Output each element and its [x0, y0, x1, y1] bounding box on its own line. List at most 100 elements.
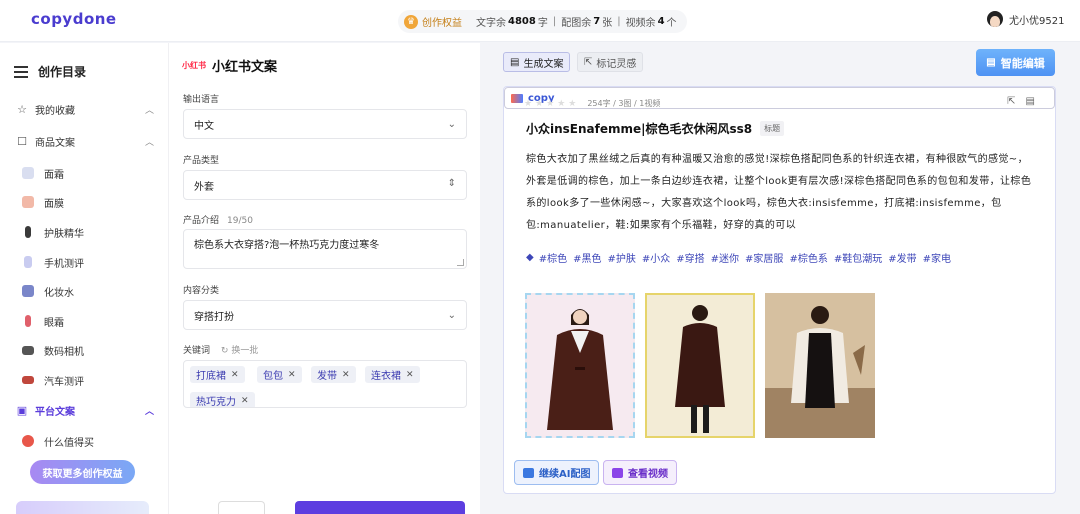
coat-photo: [765, 293, 875, 438]
tag-icon: ◆: [526, 252, 534, 263]
hashtag[interactable]: #迷你: [711, 250, 739, 265]
sidebar-item-toner[interactable]: 化妆水: [22, 281, 74, 301]
sidebar-item-camera[interactable]: 数码相机: [22, 340, 84, 360]
sidebar-item-smzdm[interactable]: 什么值得买: [22, 431, 94, 451]
sidebar-item-face-mask[interactable]: 面膜: [22, 192, 64, 212]
close-icon[interactable]: ✕: [342, 370, 350, 380]
videos-left-unit: 个: [666, 18, 677, 29]
category-select[interactable]: 穿搭打扮 ⌄: [183, 300, 467, 330]
keywords-label: 关键词 ↻ 换一批: [183, 343, 258, 356]
sidebar-item-serum[interactable]: 护肤精华: [22, 222, 84, 242]
top-bar: copydone ♛ 创作权益 文字余 4808 字 | 配图余 7 张 | 视…: [0, 0, 1080, 42]
result-title-text: 小众insEnafemme|棕色毛衣休闲风ss8: [526, 122, 753, 136]
close-icon[interactable]: ✕: [288, 370, 296, 380]
videos-left-value: 4: [657, 16, 665, 27]
close-icon[interactable]: ✕: [406, 370, 414, 380]
star-icon: ☆: [17, 102, 27, 116]
rating-stars[interactable]: ★★★★★: [524, 99, 579, 109]
keyword-tag[interactable]: 包包 ✕: [257, 366, 302, 383]
pointer-icon: ⇱: [584, 56, 593, 68]
continue-ai-image-button[interactable]: 继续AI配图: [514, 460, 600, 485]
smart-edit-button[interactable]: ▤ 智能编辑: [976, 49, 1055, 76]
view-video-button[interactable]: 查看视频: [603, 460, 677, 485]
hashtag[interactable]: #棕色系: [789, 250, 827, 265]
language-select[interactable]: 中文 ⌄: [183, 109, 467, 139]
keyword-tag[interactable]: 发带 ✕: [311, 366, 356, 383]
sidebar-item-favorites[interactable]: ☆ 我的收藏 ︿: [16, 99, 156, 119]
hashtag[interactable]: #穿搭: [676, 250, 704, 265]
hashtag[interactable]: #棕色: [539, 250, 567, 265]
keyword-tag[interactable]: 打底裙 ✕: [190, 366, 245, 383]
refresh-keywords-button[interactable]: ↻ 换一批: [221, 346, 258, 356]
crown-icon: ♛: [404, 14, 418, 29]
sidebar-promo-banner[interactable]: [16, 501, 149, 514]
user-menu[interactable]: 尤小优9521: [987, 11, 1064, 27]
intro-char-count: 19/50: [227, 216, 253, 226]
sidebar-item-phone-review[interactable]: 手机测评: [22, 252, 84, 272]
sidebar-item-product-copy[interactable]: ☐ 商品文案 ︿: [16, 131, 156, 151]
sidebar-item-face-cream[interactable]: 面霜: [22, 163, 64, 183]
keyword-tag[interactable]: 热巧克力 ✕: [190, 392, 255, 407]
sidebar: 创作目录 ☆ 我的收藏 ︿ ☐ 商品文案 ︿ 面霜 面膜 护肤精华 手机测评 化…: [0, 43, 168, 514]
sidebar-item-label: 眼霜: [44, 317, 64, 329]
rights-link[interactable]: 创作权益: [422, 14, 462, 29]
keywords-input[interactable]: 打底裙 ✕ 包包 ✕ 发带 ✕ 连衣裙 ✕ 热巧克力 ✕: [183, 360, 467, 408]
sidebar-item-eye-cream[interactable]: 眼霜: [22, 311, 64, 331]
mask-icon: [22, 196, 34, 208]
sidebar-item-label: 汽车测评: [44, 376, 84, 388]
sidebar-item-label: 商品文案: [35, 137, 75, 149]
sidebar-item-label: 护肤精华: [44, 228, 84, 240]
hashtag[interactable]: #鞋包潮玩: [834, 250, 882, 265]
document-icon: ▤: [986, 57, 996, 68]
camera-icon: [22, 345, 34, 355]
result-stats: 254字 / 3图 / 1视频: [587, 99, 661, 108]
close-icon[interactable]: ✕: [231, 370, 239, 380]
tab-mark-inspiration[interactable]: ⇱ 标记灵感: [577, 52, 644, 72]
coat-photo: [647, 295, 753, 436]
result-card: ★★★★★ 254字 / 3图 / 1视频 ⇱ ▤ 小众insEnafemme|…: [503, 86, 1056, 494]
hashtag[interactable]: #护肤: [607, 250, 635, 265]
sidebar-item-label: 我的收藏: [35, 105, 75, 117]
sidebar-item-label: 平台文案: [35, 406, 75, 418]
export-icon[interactable]: ▤: [1026, 96, 1035, 107]
result-title: 小众insEnafemme|棕色毛衣休闲风ss8 标题: [526, 120, 785, 137]
keyword-tag[interactable]: 连衣裙 ✕: [365, 366, 420, 383]
intro-textarea[interactable]: 棕色系大衣穿搭?泡一杯热巧克力度过寒冬: [183, 229, 467, 269]
hashtag[interactable]: #家电: [923, 250, 951, 265]
hashtag[interactable]: #黑色: [573, 250, 601, 265]
sidebar-item-label: 手机测评: [44, 258, 84, 270]
box-icon: ☐: [17, 134, 27, 148]
generate-button[interactable]: [295, 501, 465, 514]
copy-form: 小红书 小红书文案 输出语言 中文 ⌄ 产品类型 外套 ⇕ 产品介绍 19/50 …: [168, 43, 480, 514]
keyword-text: 包包: [263, 371, 283, 382]
generated-image[interactable]: [525, 293, 635, 438]
close-icon[interactable]: ✕: [241, 396, 249, 406]
chevron-up-icon[interactable]: ︿: [145, 135, 154, 148]
card-tools: ⇱ ▤: [1007, 96, 1035, 107]
keyword-text: 连衣裙: [371, 371, 401, 382]
chevron-up-icon[interactable]: ︿: [145, 404, 154, 417]
result-meta: ★★★★★ 254字 / 3图 / 1视频: [524, 98, 660, 109]
generated-image[interactable]: [645, 293, 755, 438]
tab-generate-copy[interactable]: ▤ 生成文案: [503, 52, 571, 72]
continue-ai-label: 继续AI配图: [539, 469, 591, 480]
sidebar-item-car-review[interactable]: 汽车测评: [22, 370, 84, 390]
mark-icon[interactable]: ⇱: [1007, 96, 1015, 107]
generated-image[interactable]: [765, 293, 875, 438]
image-icon: [523, 467, 534, 478]
hashtag[interactable]: #发带: [888, 250, 916, 265]
hashtag[interactable]: #家居服: [745, 250, 783, 265]
upgrade-button[interactable]: 获取更多创作权益: [30, 460, 135, 484]
chevron-up-icon[interactable]: ︿: [145, 103, 154, 116]
phone-icon: [24, 256, 32, 268]
app-logo[interactable]: copydone: [31, 10, 117, 28]
product-type-value: 外套: [194, 181, 214, 193]
product-type-select[interactable]: 外套 ⇕: [183, 170, 467, 200]
sidebar-item-label: 面霜: [44, 169, 64, 181]
hashtag-list: ◆ #棕色 #黑色 #护肤 #小众 #穿搭 #迷你 #家居服 #棕色系 #鞋包潮…: [526, 250, 957, 265]
sidebar-item-label: 化妆水: [44, 287, 74, 299]
hashtag[interactable]: #小众: [642, 250, 670, 265]
title-badge: 标题: [760, 121, 785, 136]
reset-button[interactable]: [218, 501, 265, 514]
sidebar-item-platform-copy[interactable]: ▣ 平台文案 ︿: [16, 400, 156, 420]
